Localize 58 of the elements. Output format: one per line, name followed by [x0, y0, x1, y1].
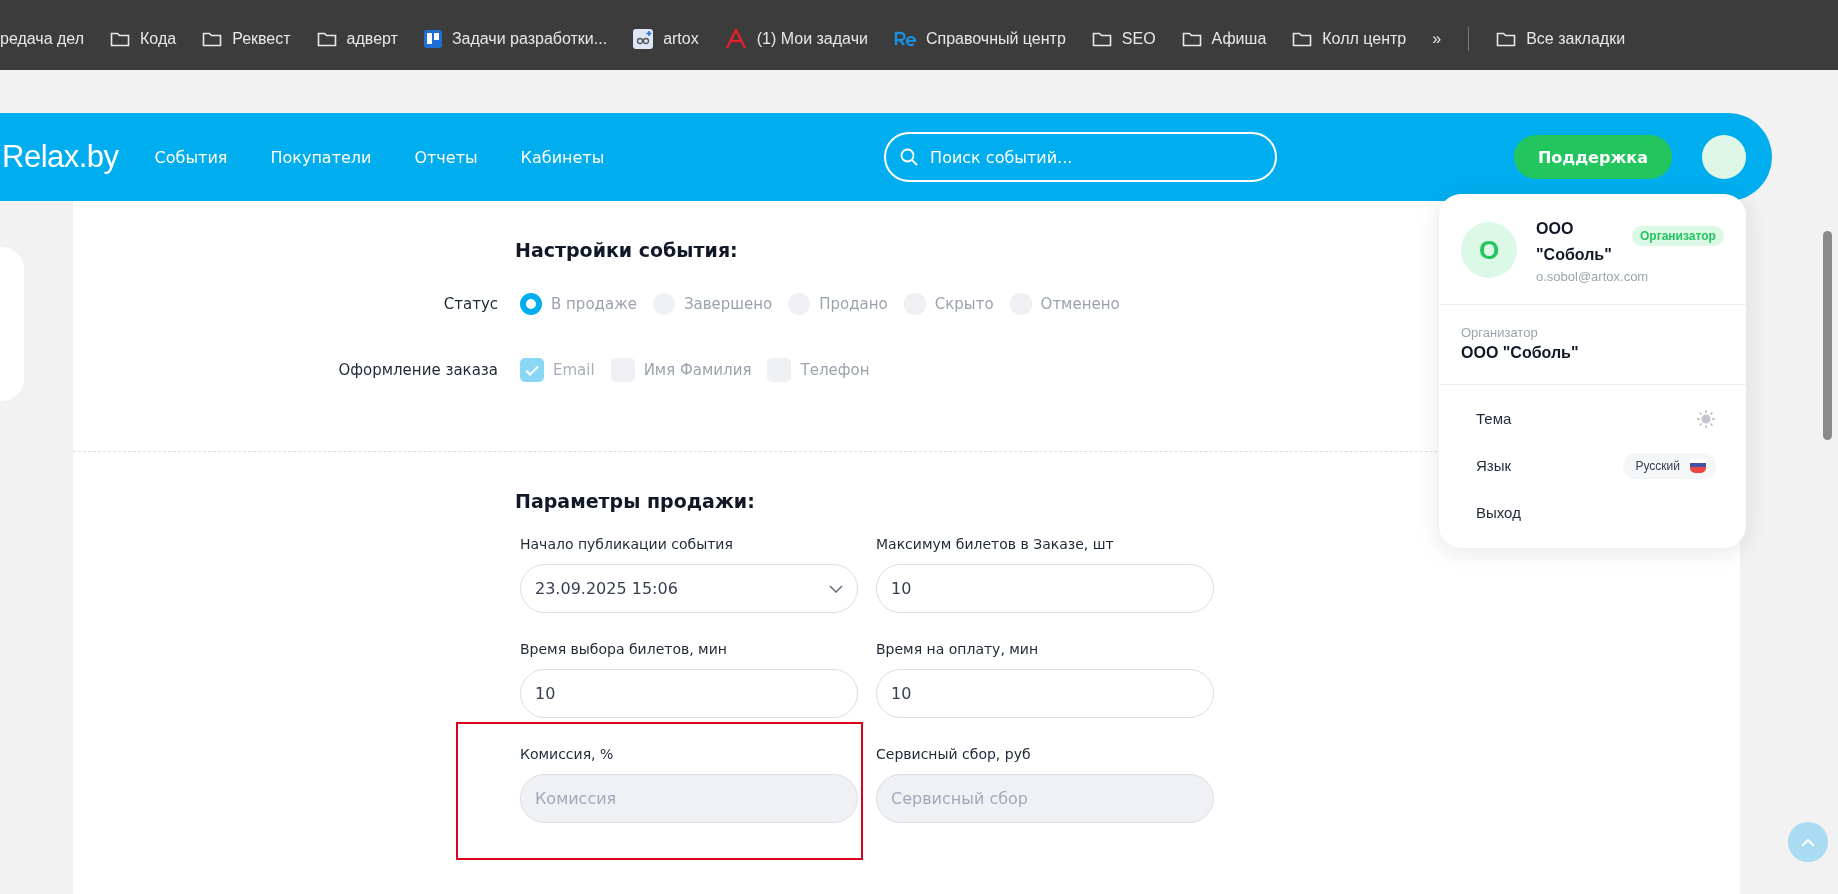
re-logo-icon [893, 31, 916, 47]
menu-item[interactable]: Выход [1476, 504, 1521, 521]
chevron-up-icon [1801, 837, 1815, 847]
bookmark-link[interactable]: SEO [1121, 30, 1156, 48]
theme-toggle-icon[interactable] [1696, 408, 1716, 429]
role-badge: Организатор [1632, 226, 1724, 246]
russia-flag-icon [1690, 458, 1706, 473]
field-label: Время на оплату, мин [876, 641, 1040, 659]
field-label: Сервисный сбор, руб [876, 746, 1032, 764]
folder-icon [1292, 31, 1313, 47]
field-label: Начало публикации события [520, 536, 734, 554]
note-icon [633, 29, 654, 49]
folder-icon [202, 31, 223, 47]
input-field[interactable]: 10 [520, 669, 858, 718]
menu-item[interactable]: Язык [1476, 457, 1512, 474]
language-select[interactable]: Русский [1623, 452, 1716, 479]
section-title: Параметры продажи: [515, 490, 755, 512]
row-label: Оформление заказа [337, 361, 498, 379]
bookmark-link[interactable]: Все закладки [1526, 30, 1626, 48]
organizer-label: Организатор [1461, 325, 1539, 340]
bookmark-link[interactable]: адверт [346, 30, 398, 48]
folder-icon [1496, 31, 1517, 47]
section-title: Настройки события: [515, 239, 738, 261]
avatar-button[interactable] [1702, 135, 1746, 179]
field-label: Время выбора билетов, мин [520, 641, 728, 659]
search-icon [900, 148, 919, 166]
field-label: Максимум билетов в Заказе, шт [876, 536, 1115, 554]
check-icon [525, 364, 539, 376]
folder-icon [316, 31, 337, 47]
bookmark-link[interactable]: Справочный центр [925, 30, 1066, 48]
field-label: Комиссия, % [520, 746, 615, 764]
bookmark-link[interactable]: редача дел [0, 30, 85, 48]
folder-icon [1091, 31, 1112, 47]
input-field[interactable]: 10 [876, 564, 1214, 613]
date-select[interactable]: 23.09.2025 15:06 [520, 564, 858, 613]
organizer-name: ООО "Соболь" [1461, 344, 1580, 362]
bookmark-link[interactable]: Афиша [1211, 30, 1267, 48]
input-field[interactable]: 10 [876, 669, 1214, 718]
scroll-to-top-button[interactable] [1788, 822, 1828, 862]
bookmark-link[interactable]: Реквест [232, 30, 291, 48]
more-bookmarks-button[interactable]: » [1419, 30, 1455, 48]
avatar-initial: О [1461, 222, 1517, 278]
account-email: o.sobol@artox.com [1536, 269, 1650, 284]
folder-icon [110, 31, 131, 47]
menu-item[interactable]: Тема [1476, 410, 1512, 427]
row-label: Статус [442, 295, 498, 313]
account-name: ООО "Соболь" [1536, 219, 1613, 265]
bookmark-link[interactable]: Кода [140, 30, 177, 48]
search-field[interactable]: Поиск событий... [884, 132, 1278, 182]
bookmark-link[interactable]: Колл центр [1322, 30, 1407, 48]
scrollbar-thumb[interactable] [1823, 231, 1832, 440]
bookmark-link[interactable]: artox [663, 30, 699, 48]
board-icon [423, 30, 442, 48]
bookmark-link[interactable]: Задачи разработки... [451, 30, 608, 48]
chevron-down-icon [829, 584, 843, 593]
folder-icon [1181, 31, 1202, 47]
letter-a-icon [724, 29, 747, 49]
bookmark-link[interactable]: (1) Мои задачи [756, 30, 868, 48]
